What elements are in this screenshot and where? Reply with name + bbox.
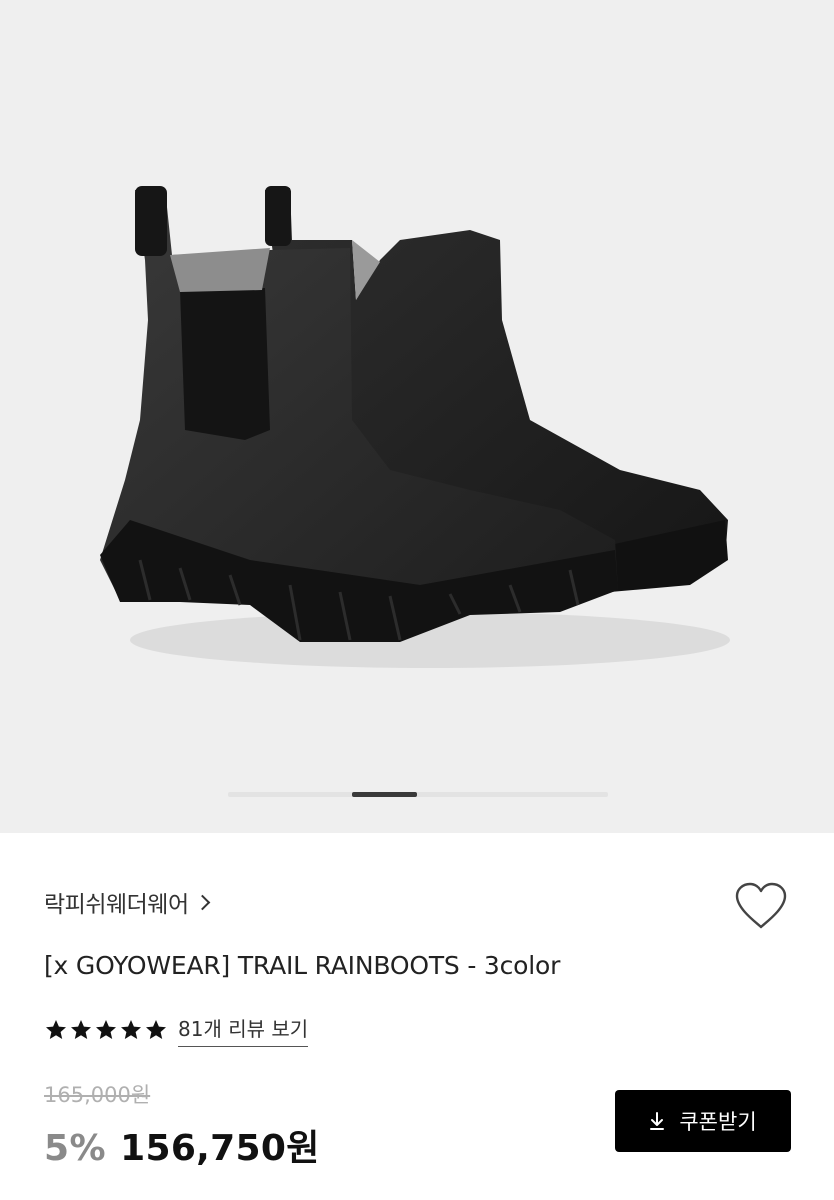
sale-price: 156,750원 bbox=[120, 1128, 320, 1169]
brand-name: 락피쉬웨더웨어 bbox=[44, 892, 189, 918]
product-info: 락피쉬웨더웨어 [x GOYOWEAR] TRAIL RAINBOOTS - 3… bbox=[0, 833, 834, 1200]
product-image bbox=[100, 186, 730, 668]
discount-rate: 5% bbox=[44, 1128, 107, 1169]
star-icon bbox=[121, 1020, 141, 1039]
rating-row: 81개 리뷰 보기 bbox=[44, 1013, 309, 1047]
coupon-button-label: 쿠폰받기 bbox=[679, 1110, 757, 1134]
star-icon bbox=[46, 1020, 66, 1039]
star-icon bbox=[96, 1020, 116, 1039]
price-row: 5% 156,750원 bbox=[44, 1119, 320, 1171]
review-link[interactable]: 81개 리뷰 보기 bbox=[178, 1013, 309, 1047]
carousel-track bbox=[228, 792, 608, 797]
star-rating bbox=[44, 1018, 168, 1042]
product-title: [x GOYOWEAR] TRAIL RAINBOOTS - 3color bbox=[44, 951, 561, 980]
star-icon bbox=[71, 1020, 91, 1039]
download-icon bbox=[650, 1112, 665, 1130]
coupon-button[interactable]: 쿠폰받기 bbox=[615, 1090, 791, 1152]
product-image-carousel[interactable] bbox=[0, 0, 834, 833]
carousel-indicator-active[interactable] bbox=[352, 792, 417, 797]
heart-outline-icon bbox=[735, 882, 787, 929]
star-icon bbox=[146, 1020, 166, 1039]
wishlist-button[interactable] bbox=[733, 881, 789, 931]
brand-link[interactable]: 락피쉬웨더웨어 bbox=[44, 885, 210, 919]
original-price: 165,000원 bbox=[44, 1083, 151, 1107]
chevron-right-icon bbox=[194, 894, 210, 911]
